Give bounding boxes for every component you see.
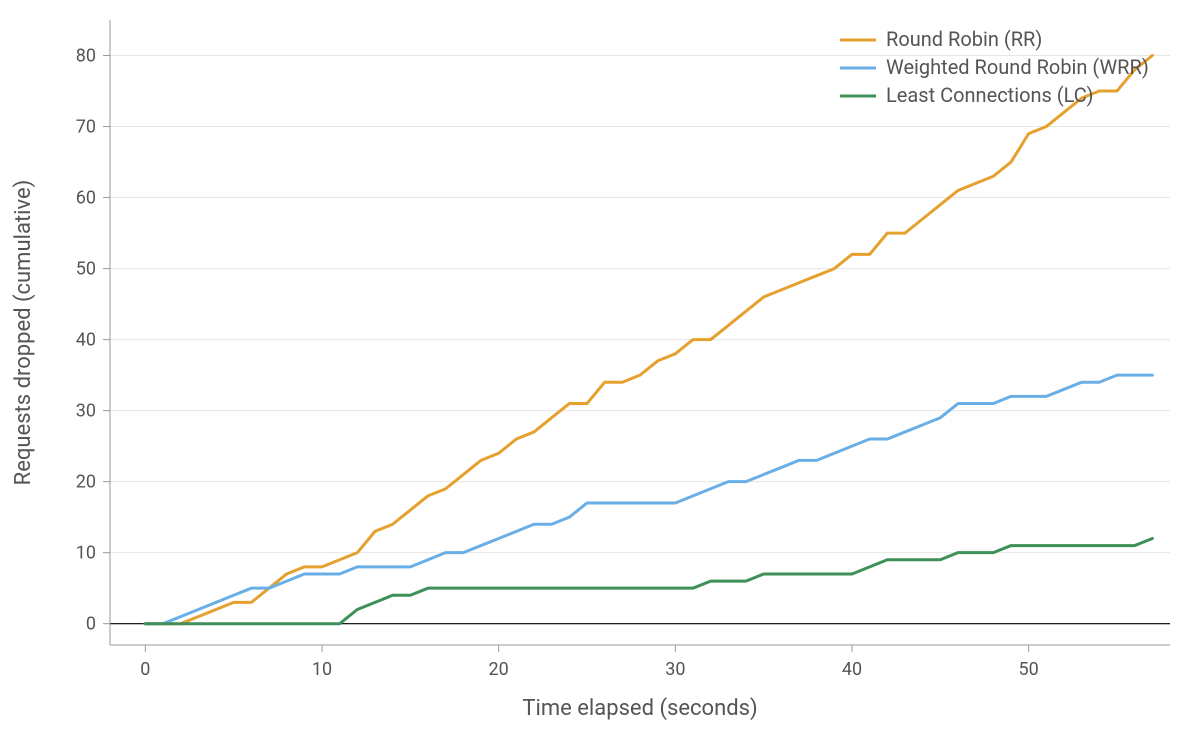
legend-label-wrr: Weighted Round Robin (WRR) (886, 55, 1149, 79)
x-tick-40: 40 (842, 659, 862, 680)
y-tick-70: 70 (76, 117, 96, 138)
legend-item-wrr: Weighted Round Robin (WRR) (840, 55, 1149, 79)
x-axis-label: Time elapsed (seconds) (522, 696, 757, 721)
y-tick-labels: 0 10 20 30 40 50 60 70 80 (76, 46, 96, 635)
legend-label-rr: Round Robin (RR) (886, 27, 1042, 51)
y-tick-40: 40 (76, 330, 96, 351)
chart-container: Time elapsed (seconds) Requests dropped … (0, 0, 1200, 740)
x-tick-50: 50 (1019, 659, 1039, 680)
y-tick-20: 20 (76, 472, 96, 493)
chart-svg: Time elapsed (seconds) Requests dropped … (0, 0, 1200, 740)
x-tick-0: 0 (140, 659, 150, 680)
x-tick-30: 30 (665, 659, 685, 680)
y-tick-60: 60 (76, 188, 96, 209)
y-tick-50: 50 (76, 259, 96, 280)
y-tick-10: 10 (76, 543, 96, 564)
legend-item-rr: Round Robin (RR) (840, 27, 1042, 51)
x-tick-20: 20 (489, 659, 509, 680)
series-line-lc (145, 538, 1152, 623)
x-tick-10: 10 (312, 659, 332, 680)
series-line-wrr (145, 375, 1152, 624)
x-tick-labels: 0 10 20 30 40 50 (140, 659, 1039, 680)
y-axis-label: Requests dropped (cumulative) (11, 180, 36, 486)
legend: Round Robin (RR) Weighted Round Robin (W… (840, 27, 1149, 107)
y-tick-80: 80 (76, 46, 96, 67)
y-tick-30: 30 (76, 401, 96, 422)
legend-item-lc: Least Connections (LC) (840, 83, 1094, 107)
y-tick-0: 0 (86, 614, 96, 635)
legend-label-lc: Least Connections (LC) (886, 83, 1094, 107)
